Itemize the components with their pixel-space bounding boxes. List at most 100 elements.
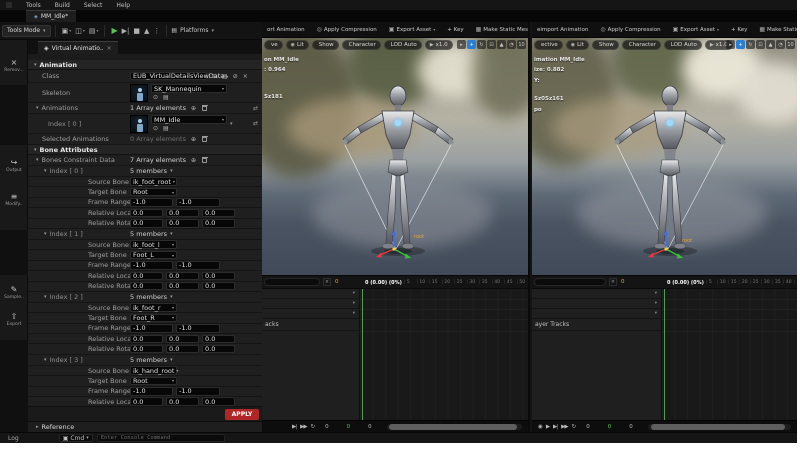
location-z-field[interactable]: 0.0 bbox=[202, 335, 235, 344]
viewport-pill-button[interactable]: LOD Auto bbox=[664, 40, 702, 50]
close-icon[interactable]: × bbox=[609, 278, 617, 286]
track-row[interactable]: ▾ bbox=[262, 289, 359, 299]
chevron-down-icon[interactable]: ▾ bbox=[170, 357, 173, 363]
menu-item-select[interactable]: Select bbox=[84, 2, 103, 9]
viewport-pill-button[interactable]: Character bbox=[342, 40, 381, 50]
close-icon[interactable]: × bbox=[107, 45, 112, 52]
viewport-toolbar-button[interactable]: eimport Animation bbox=[532, 27, 593, 33]
rail-remove-button[interactable]: × Remov... bbox=[0, 58, 28, 73]
tools-mode-button[interactable]: Tools Mode ▾ bbox=[2, 25, 51, 37]
delete-icon[interactable] bbox=[202, 106, 207, 111]
viewport-toolbar-button[interactable]: ▦ Make Static Mesh bbox=[473, 26, 528, 33]
location-x-field[interactable]: 0.0 bbox=[130, 209, 163, 218]
frame-range-max-field[interactable]: -1.0 bbox=[176, 261, 220, 270]
chevron-down-icon[interactable]: ▾ bbox=[170, 231, 173, 237]
source-bone-dropdown[interactable]: ik_foot_l▾ bbox=[130, 240, 177, 249]
rotation-z-field[interactable]: 0.0 bbox=[202, 282, 235, 291]
tab-mm-idle[interactable]: ◈ MM_Idle* bbox=[26, 10, 76, 22]
eject-button[interactable]: ▲ bbox=[144, 27, 149, 35]
transport-button[interactable]: ▶ bbox=[546, 424, 549, 430]
mannequin-character[interactable] bbox=[338, 80, 458, 266]
tracks-group-label[interactable]: acks bbox=[262, 319, 359, 331]
rotation-snap-icon[interactable]: ◔ bbox=[507, 40, 516, 49]
reset-icon[interactable]: ⇄ bbox=[253, 105, 258, 112]
browse-folder-icon[interactable]: ▤ bbox=[222, 73, 228, 80]
viewport-toolbar-button[interactable]: + Key bbox=[726, 27, 752, 33]
section-animation[interactable]: ▾ Animation bbox=[28, 60, 262, 70]
viewport-toolbar-button[interactable]: ▣ Export Asset ▾ bbox=[670, 26, 722, 33]
cmd-dropdown[interactable]: ▣ Cmd ▾ bbox=[59, 434, 93, 442]
blueprints-button[interactable]: ◫▾ bbox=[75, 27, 85, 35]
rotation-z-field[interactable]: 0.0 bbox=[202, 345, 235, 354]
reference-section[interactable]: ▸ Reference bbox=[28, 421, 262, 432]
class-dropdown[interactable]: EUB_VirtualDetailsViewData▾ bbox=[130, 72, 207, 81]
viewport-pill-button[interactable]: ▶ x1.0 bbox=[425, 40, 453, 50]
chevron-down-icon[interactable]: ▾ bbox=[170, 294, 173, 300]
browse-folder-icon[interactable]: ▤ bbox=[163, 125, 169, 132]
add-element-icon[interactable]: ⊕ bbox=[191, 105, 196, 112]
timeline-track-area[interactable] bbox=[360, 289, 528, 420]
viewport-pill-button[interactable]: Character bbox=[622, 40, 661, 50]
transport-button[interactable]: ▶▶ bbox=[300, 424, 306, 430]
location-x-field[interactable]: 0.0 bbox=[130, 397, 163, 406]
animation-thumbnail[interactable] bbox=[130, 115, 148, 133]
menu-item-build[interactable]: Build bbox=[55, 2, 70, 9]
rail-modify-button[interactable]: ≡ Modify.. bbox=[0, 192, 28, 207]
grid-snap-icon[interactable]: ▲ bbox=[497, 40, 506, 49]
timeline-zoom-scrollbar[interactable] bbox=[648, 424, 791, 430]
timeline-filter-box[interactable] bbox=[534, 278, 606, 286]
menu-item-help[interactable]: Help bbox=[116, 2, 130, 9]
scrollbar-thumb[interactable] bbox=[651, 424, 786, 430]
apply-button[interactable]: APPLY bbox=[225, 409, 259, 420]
track-row[interactable]: ▾ bbox=[532, 289, 661, 299]
rotation-y-field[interactable]: 0.0 bbox=[166, 345, 199, 354]
add-actor-button[interactable]: ▣▾ bbox=[62, 27, 72, 35]
stop-button[interactable]: ■ bbox=[133, 27, 140, 35]
viewport-pill-button[interactable]: Show bbox=[312, 40, 339, 50]
viewport-toolbar-button[interactable]: + Key bbox=[442, 27, 468, 33]
rotation-y-field[interactable]: 0.0 bbox=[166, 219, 199, 228]
grid-snap-icon[interactable]: ▲ bbox=[766, 40, 775, 49]
add-element-icon[interactable]: ⊕ bbox=[191, 157, 196, 164]
skip-button[interactable]: ▶| bbox=[122, 27, 130, 35]
transport-button[interactable]: ▶▶ bbox=[561, 424, 567, 430]
camera-speed-button[interactable]: 10 bbox=[517, 40, 526, 49]
menu-item-tools[interactable]: Tools bbox=[26, 2, 41, 9]
frame-range-max-field[interactable]: -1.0 bbox=[176, 198, 220, 207]
viewport-pill-button[interactable]: LOD Auto bbox=[384, 40, 422, 50]
tab-virtual-animation[interactable]: ◈ Virtual Animatio.. × bbox=[38, 41, 118, 54]
platforms-button[interactable]: ▤ Platforms ▾ bbox=[171, 27, 214, 34]
chevron-down-icon[interactable]: ▾ bbox=[230, 121, 233, 127]
console-command-input[interactable] bbox=[97, 434, 225, 442]
add-element-icon[interactable]: ⊕ bbox=[191, 136, 196, 143]
viewport-pill-button[interactable]: ective bbox=[534, 40, 563, 50]
location-z-field[interactable]: 0.0 bbox=[202, 209, 235, 218]
timeline-filter-box[interactable] bbox=[264, 278, 320, 286]
rail-sample-button[interactable]: ✎ Sample.. bbox=[0, 285, 28, 300]
viewport-3d-scene[interactable]: ve ◉ Lit Show Character LOD Auto ▶ x1.0 bbox=[262, 38, 528, 275]
transport-button[interactable]: ◉ bbox=[538, 424, 542, 430]
track-row[interactable]: ▾ bbox=[262, 299, 359, 309]
viewport-pill-button[interactable]: ve bbox=[264, 40, 283, 50]
close-icon[interactable]: × bbox=[243, 73, 248, 80]
rotate-tool-icon[interactable]: ↻ bbox=[477, 40, 486, 49]
section-bone-attributes[interactable]: ▾ Bone Attributes bbox=[28, 145, 262, 155]
viewport-pill-button[interactable]: ◉ Lit bbox=[286, 40, 309, 50]
transport-button[interactable]: ▶| bbox=[553, 424, 557, 430]
viewport-toolbar-button[interactable]: ▦ Make Static Mesh bbox=[756, 26, 797, 33]
delete-icon[interactable] bbox=[202, 137, 207, 142]
frame-range-max-field[interactable]: -1.0 bbox=[176, 387, 220, 396]
viewport-toolbar-button[interactable]: ▣ Export Asset ▾ bbox=[386, 26, 438, 33]
target-bone-dropdown[interactable]: Root▾ bbox=[130, 377, 177, 386]
use-selected-icon[interactable]: ⊙ bbox=[153, 125, 158, 132]
transport-button[interactable]: ↻ bbox=[572, 424, 576, 430]
play-button[interactable]: ▶ bbox=[111, 26, 117, 35]
viewport-pill-button[interactable]: Show bbox=[592, 40, 619, 50]
location-y-field[interactable]: 0.0 bbox=[166, 209, 199, 218]
frame-range-max-field[interactable]: -1.0 bbox=[176, 324, 220, 333]
move-tool-icon[interactable]: + bbox=[736, 40, 745, 49]
viewport-pill-button[interactable]: ◉ Lit bbox=[566, 40, 589, 50]
track-row[interactable]: ▾ bbox=[262, 309, 359, 319]
location-y-field[interactable]: 0.0 bbox=[166, 272, 199, 281]
location-x-field[interactable]: 0.0 bbox=[130, 335, 163, 344]
